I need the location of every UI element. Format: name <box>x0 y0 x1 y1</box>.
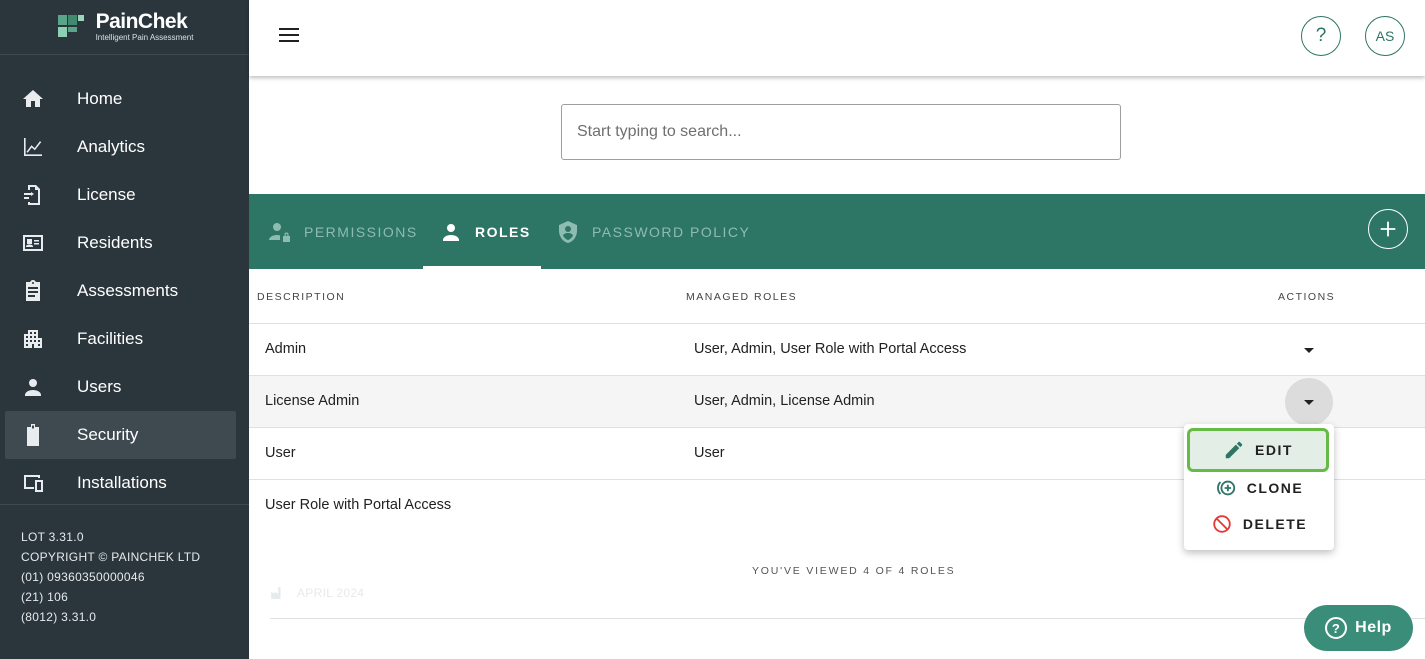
help-button[interactable]: ? Help <box>1304 605 1413 651</box>
painchek-logo-icon <box>56 11 88 43</box>
caret-down-icon <box>1304 399 1314 405</box>
user-lock-icon <box>269 222 290 242</box>
lot-number: LOT 3.31.0 <box>21 530 84 544</box>
row-actions-dropdown[interactable] <box>1285 326 1333 374</box>
shield-icon <box>559 220 577 243</box>
brand-tagline: Intelligent Pain Assessment <box>95 33 194 42</box>
tab-bar: PERMISSIONS ROLES PASSWORD POLICY <box>249 194 1425 269</box>
active-tab-indicator <box>423 266 541 269</box>
security-icon <box>20 422 46 448</box>
plus-icon <box>1380 221 1396 237</box>
factory-icon <box>271 586 281 599</box>
sidebar-item-label: Analytics <box>77 137 146 156</box>
sidebar-item-label: Assessments <box>77 281 179 300</box>
sidebar-item-assessments[interactable]: Assessments <box>5 267 236 315</box>
row-actions-menu: EDIT CLONE DELETE <box>1184 424 1334 550</box>
sidebar-item-installations[interactable]: Installations <box>5 459 236 507</box>
sidebar-item-label: Facilities <box>77 329 144 348</box>
sidebar-item-label: Installations <box>77 473 167 492</box>
logo[interactable]: PainChek Intelligent Pain Assessment <box>0 0 249 55</box>
tab-password-policy[interactable]: PASSWORD POLICY <box>556 194 750 269</box>
top-bar: ? AS <box>249 0 1425 76</box>
version-info: LOT 3.31.0 COPYRIGHT © PAINCHEK LTD APRI… <box>21 527 1425 627</box>
managed-roles: User, Admin, User Role with Portal Acces… <box>694 341 967 357</box>
role-description: User Role with Portal Access <box>265 497 452 513</box>
license-icon <box>20 182 46 208</box>
role-description: License Admin <box>265 393 360 409</box>
copyright: COPYRIGHT © PAINCHEK LTD <box>21 550 201 564</box>
installations-icon <box>20 470 46 496</box>
home-icon <box>20 86 46 112</box>
managed-roles: User, Admin, License Admin <box>694 393 875 409</box>
table-row[interactable]: Admin User, Admin, User Role with Portal… <box>249 324 1425 376</box>
sidebar-item-users[interactable]: Users <box>5 363 236 411</box>
sidebar: PainChek Intelligent Pain Assessment Hom… <box>0 0 1425 659</box>
clone-icon <box>1216 480 1235 496</box>
sidebar-item-label: Security <box>77 425 139 444</box>
sidebar-item-residents[interactable]: Residents <box>5 219 236 267</box>
clone-label: CLONE <box>1246 480 1304 496</box>
sidebar-nav: Home Analytics License Residents Assessm… <box>5 75 236 507</box>
search-input[interactable] <box>561 104 1121 160</box>
sidebar-item-label: License <box>77 185 136 204</box>
facilities-icon <box>20 326 46 352</box>
gtin-code: (01) 09360350000046 <box>21 570 145 584</box>
pencil-icon <box>1225 441 1243 459</box>
tab-label: PASSWORD POLICY <box>592 223 751 240</box>
sidebar-item-home[interactable]: Home <box>5 75 236 123</box>
sidebar-item-security[interactable]: Security <box>5 411 236 459</box>
managed-roles: User <box>694 445 725 461</box>
help-icon-button[interactable]: ? <box>1301 16 1341 56</box>
brand-name: PainChek <box>95 10 188 33</box>
edit-menu-item[interactable]: EDIT <box>1187 428 1329 472</box>
row-actions-dropdown[interactable] <box>1285 378 1333 426</box>
delete-label: DELETE <box>1242 516 1308 532</box>
clone-menu-item[interactable]: CLONE <box>1184 470 1334 506</box>
serial-code: (21) 106 <box>21 590 69 604</box>
tab-roles[interactable]: ROLES <box>439 194 531 269</box>
block-icon <box>1213 515 1231 533</box>
sidebar-item-analytics[interactable]: Analytics <box>5 123 236 171</box>
role-description: Admin <box>265 341 307 357</box>
column-header-actions: ACTIONS <box>1278 291 1336 303</box>
help-label: Help <box>1355 619 1392 636</box>
results-count: YOU'VE VIEWED 4 OF 4 ROLES <box>752 565 956 577</box>
sidebar-item-label: Users <box>77 377 122 396</box>
avatar[interactable]: AS <box>1365 16 1405 56</box>
tab-label: PERMISSIONS <box>304 223 418 240</box>
column-header-managed-roles: MANAGED ROLES <box>686 291 798 303</box>
sidebar-item-label: Residents <box>77 233 153 252</box>
question-icon: ? <box>1325 617 1348 639</box>
analytics-icon <box>20 134 46 160</box>
tab-permissions[interactable]: PERMISSIONS <box>268 194 418 269</box>
role-description: User <box>265 445 296 461</box>
person-icon <box>443 223 459 241</box>
column-header-description: DESCRIPTION <box>257 291 346 303</box>
menu-icon[interactable] <box>279 28 299 44</box>
caret-down-icon <box>1304 347 1314 353</box>
sidebar-item-label: Home <box>77 89 123 108</box>
sidebar-item-license[interactable]: License <box>5 171 236 219</box>
software-version-code: (8012) 3.31.0 <box>21 610 97 624</box>
residents-icon <box>20 230 46 256</box>
delete-menu-item[interactable]: DELETE <box>1184 506 1334 542</box>
add-role-button[interactable] <box>1368 209 1408 249</box>
edit-label: EDIT <box>1255 442 1293 458</box>
assessments-icon <box>20 278 46 304</box>
sidebar-item-facilities[interactable]: Facilities <box>5 315 236 363</box>
sidebar-divider <box>0 504 249 505</box>
table-row[interactable]: License Admin User, Admin, License Admin <box>249 376 1425 428</box>
manufacture-date-label: APRIL 2024 <box>297 585 365 600</box>
tab-label: ROLES <box>475 223 531 240</box>
users-icon <box>20 374 46 400</box>
